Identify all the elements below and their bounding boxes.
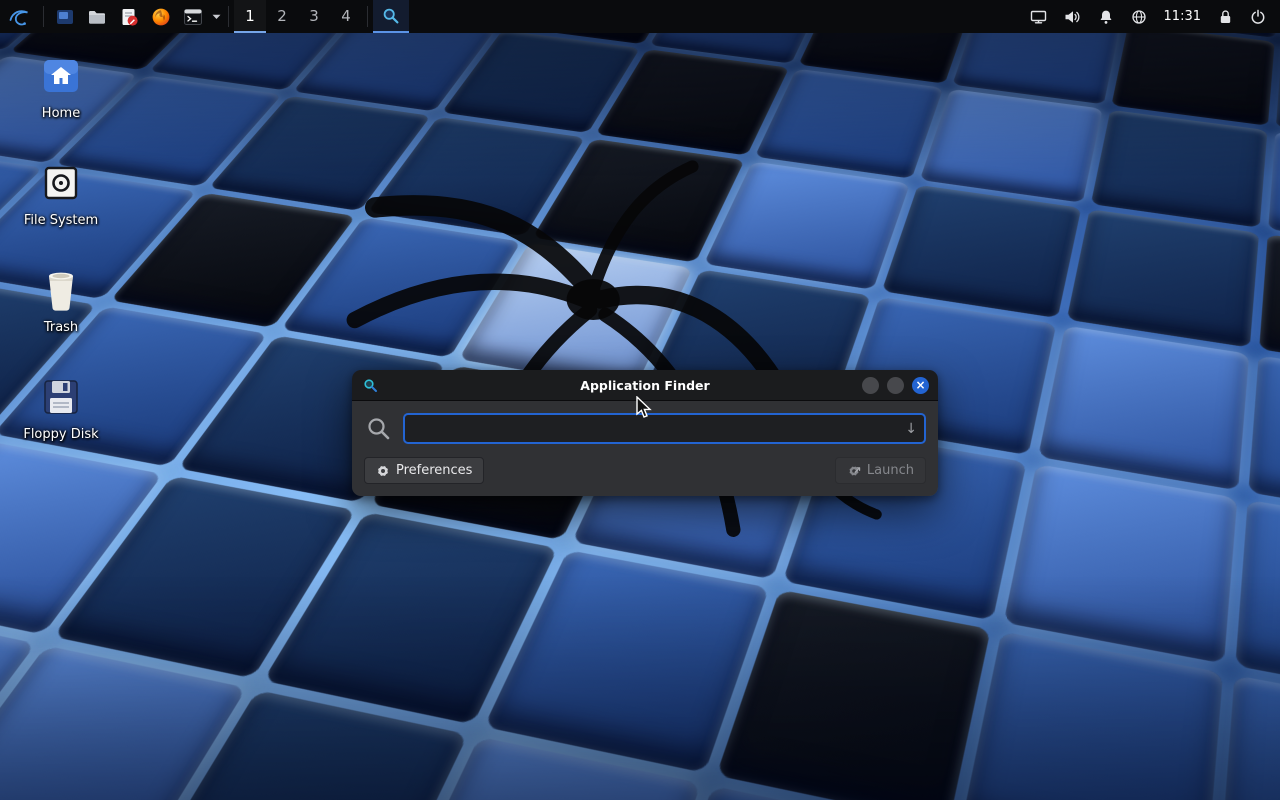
wallpaper-cube (1091, 110, 1268, 228)
lock-icon (1218, 9, 1233, 25)
launcher-terminal[interactable] (177, 0, 209, 33)
search-icon (364, 416, 394, 442)
application-finder-task-icon (382, 7, 400, 25)
folder-icon (87, 7, 107, 27)
wallpaper-cube (1003, 464, 1237, 664)
terminal-menu-arrow[interactable] (209, 0, 223, 33)
launcher-text-editor[interactable] (113, 0, 145, 33)
desktop-icon-column: Home File System Trash (14, 52, 108, 480)
panel-left-group: 1 2 3 4 (0, 0, 409, 33)
home-folder-icon (39, 54, 83, 98)
kali-logo-icon (7, 5, 31, 29)
desktop-icon-trash[interactable]: Trash (14, 266, 108, 373)
workspace-2-label: 2 (277, 7, 287, 25)
panel-separator (228, 6, 229, 27)
power-icon (1250, 9, 1266, 25)
wallpaper-cube (882, 185, 1082, 318)
system-tray: 11:31 (1030, 0, 1280, 33)
desktop-icon-file-system[interactable]: File System (14, 159, 108, 266)
desktop-icon-home[interactable]: Home (14, 52, 108, 159)
titlebar-buttons: × (862, 377, 929, 394)
workspace-3[interactable]: 3 (298, 0, 330, 33)
network-globe-icon (1131, 9, 1147, 25)
chevron-down-icon (212, 14, 221, 20)
search-row: ↓ (364, 413, 926, 444)
launch-label: Launch (867, 463, 914, 478)
window-titlebar[interactable]: Application Finder × (352, 370, 938, 401)
volume-icon (1064, 9, 1081, 25)
panel-separator (43, 6, 44, 27)
launcher-show-desktop[interactable] (49, 0, 81, 33)
window-icon-application-finder (363, 378, 378, 393)
window-icon (55, 7, 75, 27)
application-finder-window: Application Finder × ↓ (352, 370, 938, 496)
search-input[interactable] (403, 413, 926, 444)
launcher-web-browser[interactable] (145, 0, 177, 33)
desktop-icon-label: Floppy Disk (23, 428, 98, 443)
workspace-2[interactable]: 2 (266, 0, 298, 33)
logout-button[interactable] (1250, 9, 1266, 25)
launcher-file-manager[interactable] (81, 0, 113, 33)
display-settings-tray-item[interactable] (1030, 9, 1047, 25)
preferences-button[interactable]: Preferences (364, 457, 484, 484)
bell-icon (1098, 9, 1114, 25)
terminal-icon (183, 7, 203, 27)
window-title: Application Finder (352, 378, 938, 393)
wallpaper-cube (920, 89, 1103, 203)
launch-button[interactable]: Launch (835, 457, 926, 484)
clock[interactable]: 11:31 (1164, 9, 1201, 24)
preferences-label: Preferences (396, 463, 472, 478)
workspace-1-label: 1 (245, 7, 255, 25)
desktop-icon-label: Home (42, 107, 80, 122)
firefox-icon (151, 7, 171, 27)
launch-icon (847, 464, 861, 478)
drive-icon (40, 162, 82, 204)
lock-screen-button[interactable] (1218, 9, 1233, 25)
display-icon (1030, 9, 1047, 25)
document-edit-icon (119, 7, 139, 27)
desktop-icon-label: Trash (44, 321, 78, 336)
wallpaper-cube (755, 69, 944, 179)
desktop-icon-floppy-disk[interactable]: Floppy Disk (14, 373, 108, 480)
panel-separator (367, 6, 368, 27)
desktop-screen: 1 2 3 4 (0, 0, 1280, 800)
close-button[interactable]: × (912, 377, 929, 394)
tasklist-application-finder-button[interactable] (373, 0, 409, 33)
minimize-button[interactable] (862, 377, 879, 394)
notifications-tray-item[interactable] (1098, 9, 1114, 25)
top-panel: 1 2 3 4 (0, 0, 1280, 33)
window-body: ↓ Preferences (352, 401, 938, 496)
button-row: Preferences Launch (364, 457, 926, 484)
wallpaper-cube (1067, 209, 1259, 348)
applications-menu-button[interactable] (0, 0, 38, 33)
search-input-wrap: ↓ (403, 413, 926, 444)
desktop-icon-label: File System (24, 214, 98, 229)
workspace-1[interactable]: 1 (234, 0, 266, 33)
wallpaper-cube (1111, 24, 1274, 126)
workspace-4-label: 4 (341, 7, 351, 25)
wallpaper-cube (1219, 675, 1280, 800)
close-icon: × (915, 379, 925, 391)
floppy-icon (40, 376, 82, 418)
workspace-3-label: 3 (309, 7, 319, 25)
application-finder-icon (363, 378, 378, 393)
gear-icon (376, 464, 390, 478)
volume-tray-item[interactable] (1064, 9, 1081, 25)
wallpaper-cube (961, 631, 1223, 800)
maximize-button[interactable] (887, 377, 904, 394)
trash-empty-icon (41, 268, 81, 312)
wallpaper-cube (1038, 326, 1249, 491)
workspace-4[interactable]: 4 (330, 0, 362, 33)
network-tray-item[interactable] (1131, 9, 1147, 25)
